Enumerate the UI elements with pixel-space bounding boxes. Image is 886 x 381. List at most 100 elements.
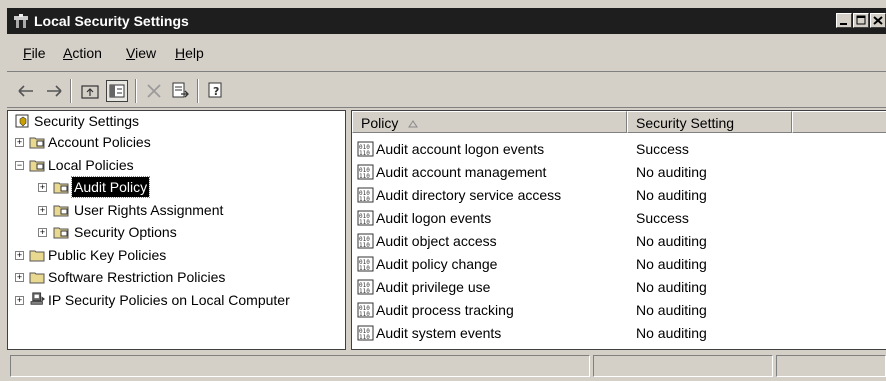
table-row[interactable]: 010 110 Audit privilege use No auditing	[352, 276, 886, 299]
column-header-policy[interactable]: Policy	[352, 111, 627, 133]
policy-icon: 010110	[357, 325, 374, 341]
collapse-local-policies[interactable]: −	[15, 161, 24, 170]
menu-view[interactable]: View	[126, 45, 156, 61]
expand-ip-security[interactable]: +	[15, 296, 24, 305]
folder-icon	[29, 272, 45, 284]
window-title: Local Security Settings	[34, 13, 189, 29]
export-list-icon	[172, 82, 189, 98]
policy-icon: 010110	[357, 256, 374, 272]
menu-help[interactable]: Help	[175, 45, 204, 61]
tree-item-security-options[interactable]: Security Options	[74, 222, 177, 242]
policy-name: Audit directory service access	[376, 187, 562, 203]
close-button[interactable]	[870, 13, 886, 28]
folder-icon	[29, 250, 45, 262]
policy-setting: No auditing	[636, 279, 707, 295]
security-settings-app-icon	[14, 14, 28, 28]
sort-ascending-icon	[408, 120, 419, 128]
table-row[interactable]: 010 110 Audit directory service access No…	[352, 184, 886, 207]
menu-bar: File Action View Help	[7, 36, 886, 72]
policy-icon: 010110	[357, 279, 374, 295]
minimize-icon	[840, 23, 847, 25]
table-row[interactable]: 010 110 Audit process tracking No auditin…	[352, 299, 886, 322]
svg-text:110: 110	[359, 196, 370, 203]
policy-icon: 010110	[357, 164, 374, 180]
up-one-level-button[interactable]	[79, 80, 101, 102]
svg-text:110: 110	[359, 219, 370, 226]
policy-name: Audit system events	[376, 325, 502, 341]
table-row[interactable]: 010 110 Audit system events No auditing	[352, 322, 886, 345]
policy-icon: 010110	[357, 302, 374, 318]
locked-folder-open-icon	[29, 160, 45, 172]
toolbar-separator	[197, 79, 199, 103]
minimize-button[interactable]	[836, 13, 852, 28]
menu-help-accel: H	[175, 45, 186, 61]
policy-icon: 010110	[357, 233, 374, 249]
policy-icon: 010110	[357, 187, 374, 203]
toolbar-separator	[135, 79, 137, 103]
menu-file-label: ile	[31, 45, 46, 61]
table-row[interactable]: 010 110 Audit logon events Success	[352, 207, 886, 230]
tree-item-software-restriction-policies[interactable]: Software Restriction Policies	[48, 267, 225, 287]
tree-item-local-policies[interactable]: Local Policies	[48, 155, 134, 175]
close-icon	[873, 16, 883, 25]
export-list-button[interactable]	[169, 80, 191, 102]
table-row[interactable]: 010 110 Audit policy change No auditing	[352, 253, 886, 276]
forward-button[interactable]	[43, 80, 65, 102]
column-header-setting-label: Security Setting	[636, 115, 735, 131]
tree-item-security-settings[interactable]: Security Settings	[34, 111, 139, 131]
expand-account-policies[interactable]: +	[15, 138, 24, 147]
policy-name: Audit object access	[376, 233, 497, 249]
policy-name: Audit account logon events	[376, 141, 545, 157]
status-panel-3	[776, 355, 886, 377]
locked-folder-icon	[53, 182, 69, 194]
tree-item-account-policies[interactable]: Account Policies	[48, 132, 151, 152]
policy-icon: 010110	[357, 141, 374, 157]
tree-item-public-key-policies[interactable]: Public Key Policies	[48, 245, 166, 265]
menu-file[interactable]: File	[23, 45, 46, 61]
title-bar[interactable]: Local Security Settings	[7, 8, 886, 34]
policy-name: Audit privilege use	[376, 279, 491, 295]
status-panel-main	[10, 355, 590, 377]
locked-folder-icon	[29, 137, 45, 149]
back-arrow-icon	[18, 85, 33, 97]
expand-software-restriction[interactable]: +	[15, 273, 24, 282]
column-header-policy-label: Policy	[361, 115, 399, 131]
locked-folder-icon	[53, 227, 69, 239]
toolbar-separator	[70, 79, 72, 103]
column-header-security-setting[interactable]: Security Setting	[627, 111, 792, 133]
expand-audit-policy[interactable]: +	[38, 183, 47, 192]
ip-security-icon	[30, 292, 45, 305]
menu-file-accel: F	[23, 45, 32, 61]
policy-setting: Success	[636, 141, 689, 157]
maximize-button[interactable]	[853, 13, 869, 28]
table-row[interactable]: 010 110 Audit object access No auditing	[352, 230, 886, 253]
delete-icon	[147, 84, 161, 98]
expand-security-options[interactable]: +	[38, 228, 47, 237]
delete-button[interactable]	[143, 80, 165, 102]
svg-text:110: 110	[359, 150, 370, 157]
show-hide-tree-icon	[109, 84, 125, 98]
help-button[interactable]: ?	[206, 80, 228, 102]
policy-setting: No auditing	[636, 325, 707, 341]
menu-action-label: ction	[72, 45, 102, 61]
back-button[interactable]	[15, 80, 37, 102]
policy-setting: No auditing	[636, 302, 707, 318]
security-settings-icon	[15, 114, 29, 128]
policy-name: Audit account management	[376, 164, 547, 180]
tree-item-audit-policy[interactable]: Audit Policy	[70, 176, 151, 198]
menu-action-accel: A	[63, 45, 73, 61]
show-hide-tree-button[interactable]	[106, 80, 128, 102]
policy-setting: No auditing	[636, 256, 707, 272]
expand-public-key-policies[interactable]: +	[15, 251, 24, 260]
console-tree: Security Settings + Account Policies − L…	[7, 110, 346, 350]
column-header-empty[interactable]	[792, 111, 886, 133]
expand-user-rights[interactable]: +	[38, 206, 47, 215]
tree-item-ip-security-policies[interactable]: IP Security Policies on Local Computer	[48, 290, 290, 310]
svg-text:110: 110	[359, 311, 370, 318]
table-row[interactable]: 010 110 Audit account management No audit…	[352, 161, 886, 184]
tree-item-user-rights-assignment[interactable]: User Rights Assignment	[74, 200, 223, 220]
menu-action[interactable]: Action	[63, 45, 102, 61]
table-row[interactable]: 010 110 Audit account logon events Succes…	[352, 138, 886, 161]
help-icon: ?	[208, 82, 222, 98]
forward-arrow-icon	[47, 85, 62, 97]
